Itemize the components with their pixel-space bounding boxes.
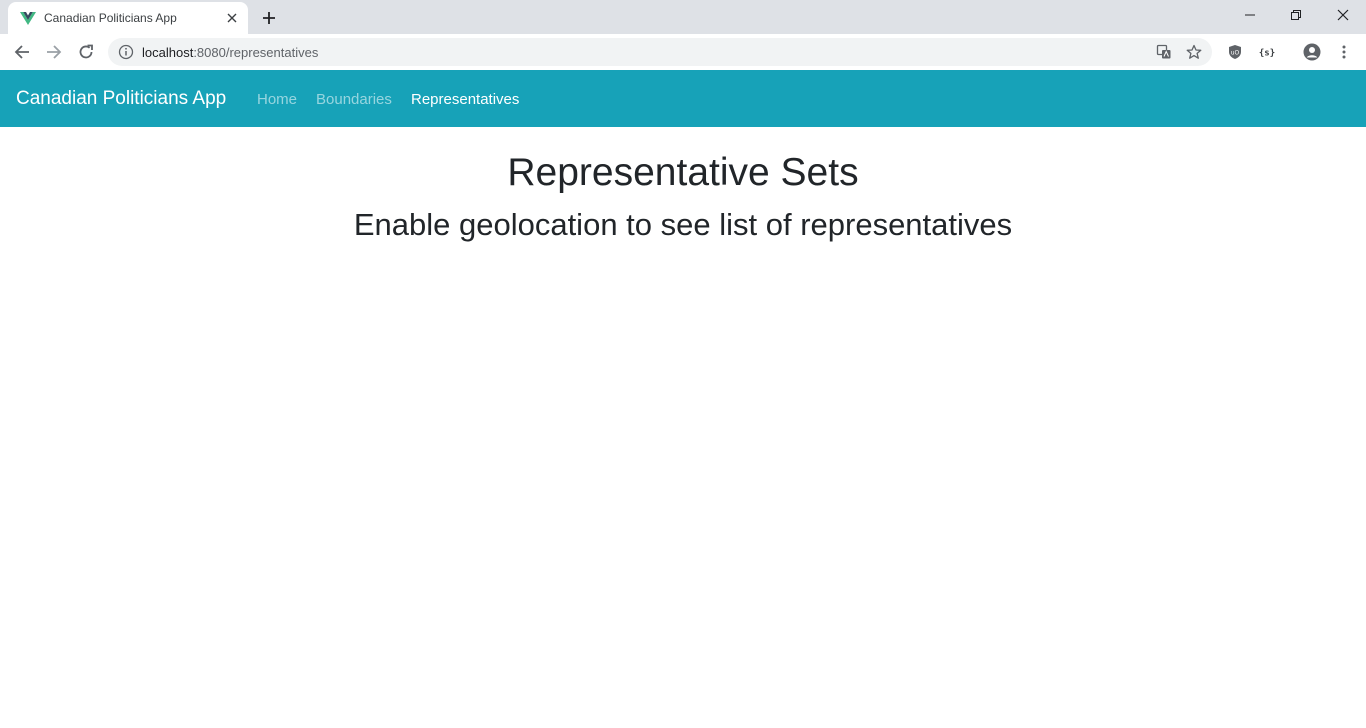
svg-text:uO: uO: [1231, 50, 1240, 57]
url-path: :8080/representatives: [193, 45, 319, 60]
tab-title: Canadian Politicians App: [44, 11, 177, 25]
star-icon[interactable]: [1186, 44, 1202, 60]
back-arrow-icon[interactable]: [10, 40, 34, 64]
shield-extension-icon[interactable]: uO: [1223, 40, 1247, 64]
kebab-menu-icon[interactable]: [1332, 40, 1356, 64]
info-icon[interactable]: [118, 44, 134, 60]
tab-strip: Canadian Politicians App: [0, 0, 1366, 34]
app-navbar: Canadian Politicians App Home Boundaries…: [0, 70, 1366, 127]
restore-icon[interactable]: [1273, 0, 1319, 30]
nav-link-boundaries[interactable]: Boundaries: [316, 91, 392, 108]
close-tab-icon[interactable]: [224, 10, 240, 26]
nav-link-home[interactable]: Home: [257, 91, 297, 108]
profile-icon[interactable]: [1300, 40, 1324, 64]
braces-extension-icon[interactable]: {s}: [1255, 40, 1279, 64]
reload-icon[interactable]: [74, 40, 98, 64]
new-tab-icon[interactable]: [258, 7, 280, 29]
main-content: Representative Sets Enable geolocation t…: [0, 127, 1366, 728]
browser-toolbar: localhost:8080/representatives uO {s}: [0, 34, 1366, 70]
url-host: localhost: [142, 45, 194, 60]
forward-arrow-icon[interactable]: [42, 40, 66, 64]
translate-icon[interactable]: [1156, 44, 1172, 60]
page-subtitle: Enable geolocation to see list of repres…: [353, 207, 1013, 242]
nav-link-representatives[interactable]: Representatives: [411, 91, 519, 108]
svg-text:{s}: {s}: [1259, 49, 1275, 59]
close-window-icon[interactable]: [1320, 0, 1366, 30]
vue-logo-icon: [20, 12, 36, 25]
url-text: localhost:8080/representatives: [142, 45, 318, 60]
minimize-icon[interactable]: [1227, 0, 1273, 30]
navbar-brand[interactable]: Canadian Politicians App: [16, 88, 226, 110]
page-title: Representative Sets: [507, 151, 859, 194]
browser-tab[interactable]: Canadian Politicians App: [8, 2, 248, 34]
address-bar[interactable]: localhost:8080/representatives: [108, 38, 1212, 66]
